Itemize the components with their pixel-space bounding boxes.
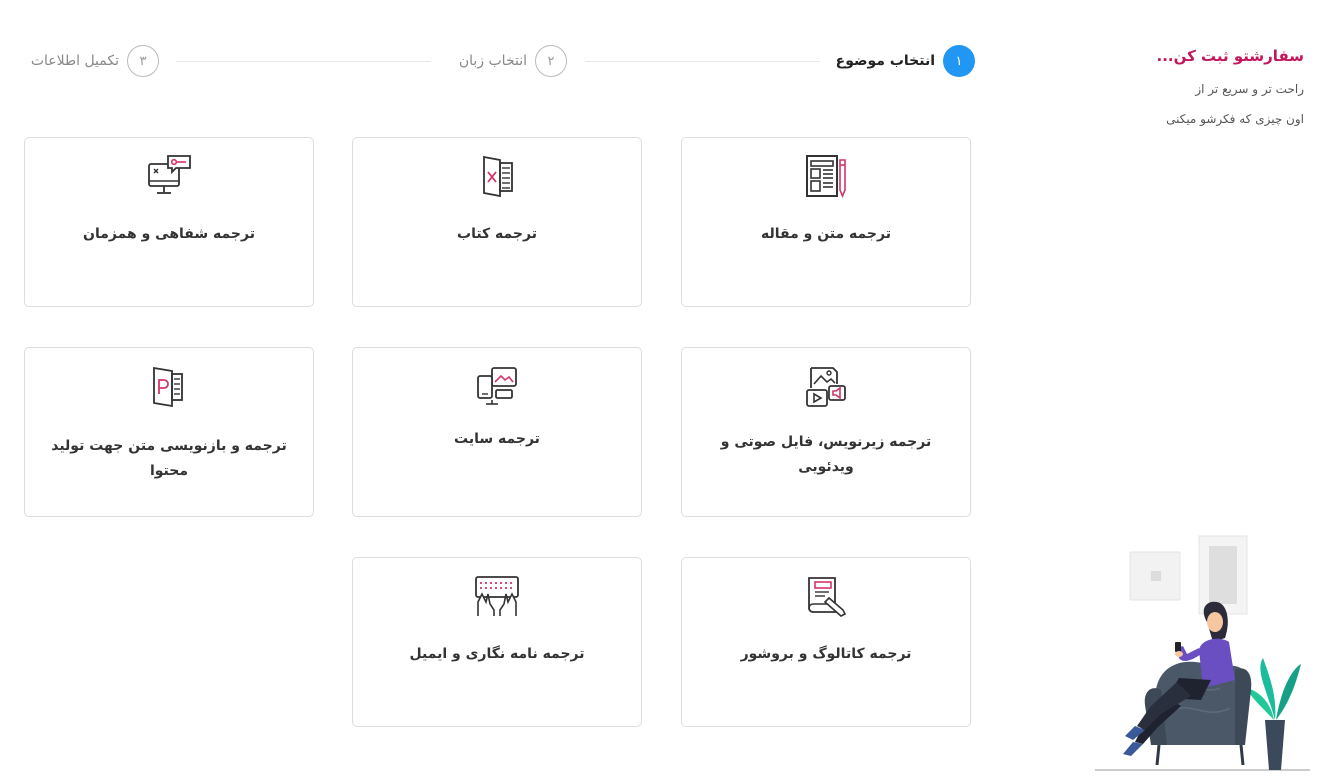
card-oral-simultaneous[interactable]: ترجمه شفاهی و همزمان <box>24 137 314 307</box>
step-1-label: انتخاب موضوع <box>835 53 935 69</box>
card-catalog-brochure[interactable]: ترجمه کاتالوگ و بروشور <box>681 557 971 727</box>
step-2[interactable]: ۲ انتخاب زبان <box>459 45 567 77</box>
sidebar-title: سفارشتو ثبت کن... <box>1156 47 1305 65</box>
card-text-article[interactable]: ترجمه متن و مقاله <box>681 137 971 307</box>
card-label: ترجمه کاتالوگ و بروشور <box>740 646 912 662</box>
card-book[interactable]: ترجمه کتاب <box>352 137 642 307</box>
book-excel-icon <box>483 155 513 198</box>
card-label: ترجمه کتاب <box>457 226 537 242</box>
step-1[interactable]: ۱ انتخاب موضوع <box>836 45 975 77</box>
devices-icon <box>477 367 517 405</box>
card-rewrite-content[interactable]: ترجمه و بازنویسی متن جهت تولید محتوا <box>24 347 314 517</box>
card-label: ترجمه نامه نگاری و ایمیل <box>409 646 585 662</box>
step-connector-1 <box>585 61 820 62</box>
woman-on-armchair-illustration <box>1095 535 1310 771</box>
step-3[interactable]: ۳ تکمیل اطلاعات <box>31 45 159 77</box>
card-letter-email[interactable]: ترجمه نامه نگاری و ایمیل <box>352 557 642 727</box>
monitor-chat-icon <box>148 155 191 194</box>
card-label: ترجمه زیرنویس، فایل صوتی و ویدئویی <box>720 434 932 475</box>
card-label: ترجمه سایت <box>454 431 540 447</box>
card-label: ترجمه متن و مقاله <box>761 226 891 242</box>
card-label: ترجمه شفاهی و همزمان <box>83 226 255 242</box>
newspaper-pencil-icon <box>806 155 846 199</box>
media-files-icon <box>806 367 846 407</box>
step-2-label: انتخاب زبان <box>458 53 527 69</box>
powerpoint-doc-icon <box>153 366 183 408</box>
card-label: ترجمه و بازنویسی متن جهت تولید محتوا <box>51 438 287 479</box>
step-3-number: ۳ <box>127 45 159 77</box>
card-website[interactable]: ترجمه سایت <box>352 347 642 517</box>
keyboard-hands-icon <box>475 576 519 616</box>
step-2-number: ۲ <box>535 45 567 77</box>
card-subtitle-audio-video[interactable]: ترجمه زیرنویس، فایل صوتی و ویدئویی <box>681 347 971 517</box>
step-1-number: ۱ <box>943 45 975 77</box>
sidebar-subtitle-line-1: راحت تر و سریع تر از <box>1195 82 1304 96</box>
step-3-label: تکمیل اطلاعات <box>30 53 119 69</box>
sidebar-subtitle-line-2: اون چیزی که فکرشو میکنی <box>1166 112 1304 126</box>
step-connector-2 <box>176 61 431 62</box>
catalog-pencil-icon <box>808 577 847 617</box>
